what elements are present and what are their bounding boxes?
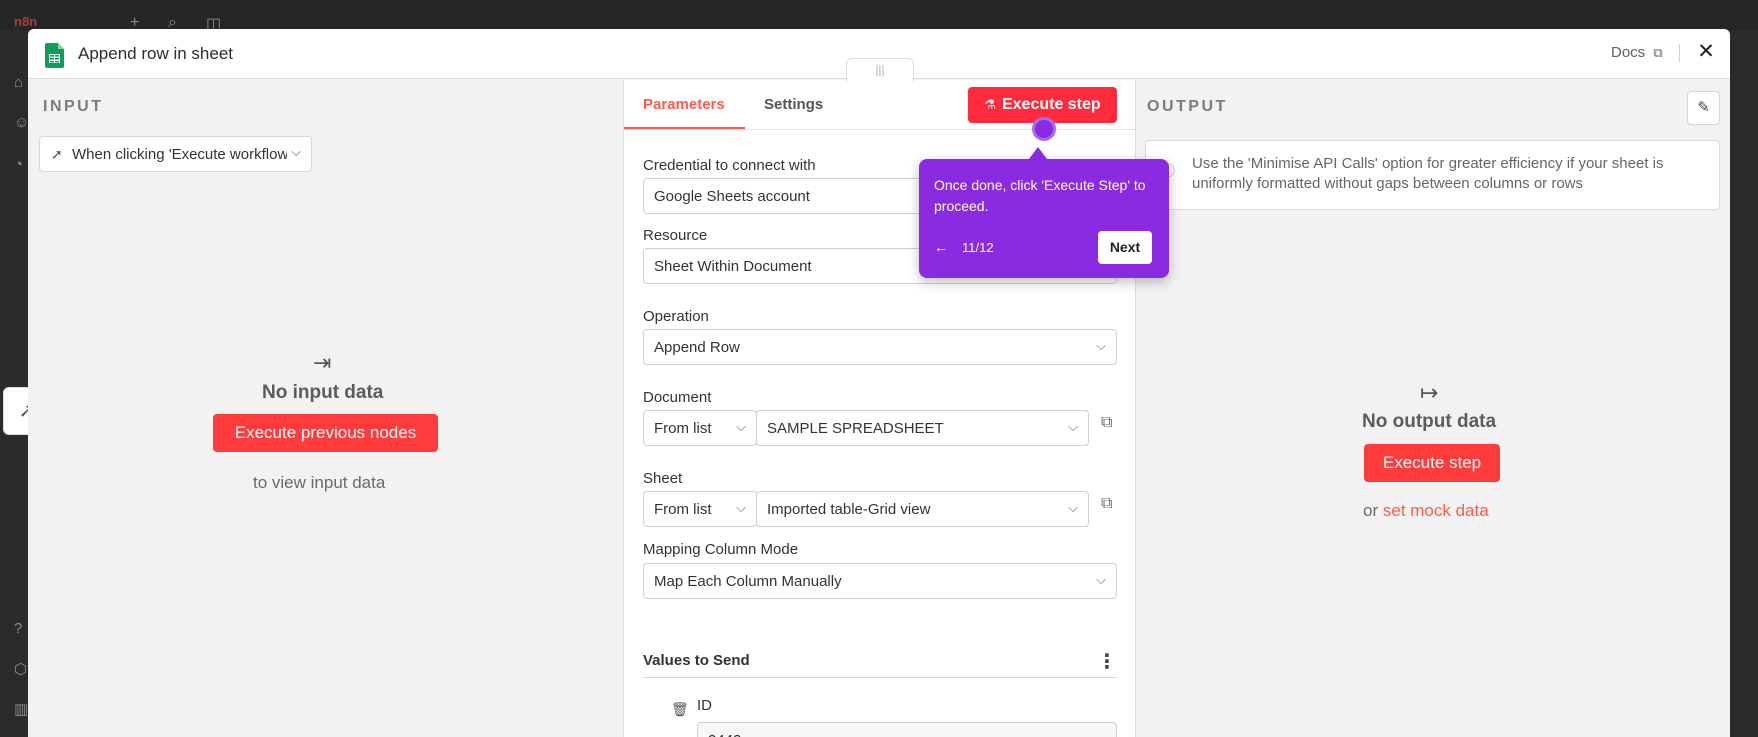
chevron-down-icon: ⌵ [1096, 572, 1106, 587]
mapping-mode-select[interactable]: Map Each Column Manually ⌵ [643, 563, 1117, 599]
document-select[interactable]: SAMPLE SPREADSHEET ⌵ [756, 410, 1089, 446]
document-mode-select[interactable]: From list ⌵ [643, 410, 757, 446]
operation-value: Append Row [654, 339, 740, 356]
values-to-send-title: Values to Send [643, 652, 750, 669]
credential-label: Credential to connect with [643, 157, 816, 174]
header-divider [1679, 44, 1680, 62]
import-arrow-icon: ⇥ [313, 350, 332, 375]
sheet-select[interactable]: Imported table-Grid view ⌵ [756, 491, 1089, 527]
no-input-title: No input data [262, 382, 384, 403]
flask-icon: ⚗ [984, 97, 996, 112]
tour-hotspot[interactable] [1032, 117, 1056, 141]
mapping-mode-label: Mapping Column Mode [643, 541, 799, 558]
close-button[interactable]: ✕ [1694, 39, 1718, 67]
mapping-mode-value: Map Each Column Manually [654, 573, 842, 590]
section-divider [643, 677, 1117, 678]
tooltip-arrow [1029, 147, 1047, 159]
info-callout: ⓘ Use the 'Minimise API Calls' option fo… [1145, 140, 1720, 210]
home-icon[interactable]: ⌂ [14, 74, 23, 91]
execute-step-label: Execute step [1001, 96, 1101, 113]
id-field-value: 3442 [708, 732, 741, 737]
export-arrow-icon: ↦ [1420, 380, 1439, 405]
sheet-label: Sheet [643, 470, 683, 487]
google-sheets-icon [45, 43, 64, 68]
tour-counter: 11/12 [962, 240, 994, 255]
or-text: or [1363, 501, 1379, 520]
modal-title: Append row in sheet [78, 44, 233, 63]
pencil-icon: ✎ [1697, 99, 1710, 116]
trigger-node-value: When clicking 'Execute workflow' [72, 146, 292, 163]
info-text: Use the 'Minimise API Calls' option for … [1192, 155, 1664, 192]
help-icon[interactable]: ? [14, 620, 22, 637]
tour-next-button[interactable]: Next [1098, 231, 1152, 264]
more-options-icon[interactable]: ⋮ [1097, 649, 1117, 674]
chart-icon[interactable]: ▥ [14, 700, 28, 718]
output-panel: OUTPUT ✎ ⓘ Use the 'Minimise API Calls' … [1136, 80, 1730, 737]
chevron-down-icon: ⌵ [736, 419, 746, 434]
set-mock-data-link[interactable]: set mock data [1383, 501, 1489, 520]
chevron-down-icon: ⌵ [1068, 419, 1078, 434]
cursor-icon: ➚ [51, 146, 63, 162]
tab-settings[interactable]: Settings [764, 96, 823, 113]
bell-icon[interactable]: ◔ [14, 156, 23, 173]
drag-handle[interactable]: ||| [846, 58, 914, 82]
document-mode-value: From list [654, 420, 712, 437]
output-label: OUTPUT [1147, 98, 1228, 115]
external-link-icon[interactable]: ⧉ [1101, 495, 1112, 513]
operation-label: Operation [643, 308, 709, 325]
docs-label[interactable]: Docs [1611, 44, 1645, 61]
trigger-node-select[interactable]: ➚ When clicking 'Execute workflow' ⌵ [39, 136, 312, 172]
chevron-down-icon: ⌵ [1096, 338, 1106, 353]
chevron-down-icon: ⌵ [287, 144, 301, 160]
package-icon[interactable]: ⬡ [14, 660, 27, 678]
resource-label: Resource [643, 227, 708, 244]
back-arrow-icon[interactable]: ← [934, 239, 948, 255]
id-field-input[interactable]: 3442 [697, 722, 1117, 737]
credential-value: Google Sheets account [654, 188, 810, 205]
app-top-bar: n8n + ⌕ ◫ [0, 0, 1758, 33]
n8n-logo: n8n [14, 14, 38, 29]
input-hint: to view input data [253, 473, 386, 492]
id-field-label: ID [697, 697, 712, 714]
execute-step-output-button[interactable]: Execute step [1364, 444, 1500, 482]
external-link-icon[interactable]: ⧉ [1101, 414, 1112, 432]
sheet-mode-value: From list [654, 501, 712, 518]
trash-icon[interactable]: 🗑 [671, 701, 689, 718]
execute-previous-nodes-button[interactable]: Execute previous nodes [213, 414, 438, 452]
no-output-title: No output data [1362, 411, 1497, 432]
node-modal: Append row in sheet Docs ⧉ ✕ INPUT ➚ Whe… [28, 29, 1730, 737]
mock-data-line: or set mock data [1363, 501, 1489, 521]
document-value: SAMPLE SPREADSHEET [767, 420, 944, 437]
edit-output-button[interactable]: ✎ [1687, 91, 1720, 125]
sheet-mode-select[interactable]: From list ⌵ [643, 491, 757, 527]
tabs-bar: Parameters Settings ⚗ Execute step [624, 80, 1135, 130]
input-label: INPUT [43, 98, 104, 115]
operation-select[interactable]: Append Row ⌵ [643, 329, 1117, 365]
input-panel: INPUT ➚ When clicking 'Execute workflow'… [28, 80, 623, 737]
resource-value: Sheet Within Document [654, 258, 812, 275]
chevron-down-icon: ⌵ [736, 500, 746, 515]
active-tab-indicator [624, 127, 745, 129]
document-label: Document [643, 389, 712, 406]
docs-link[interactable]: Docs ⧉ [1611, 44, 1663, 61]
external-link-icon: ⧉ [1653, 45, 1663, 60]
tooltip-text: Once done, click 'Execute Step' to proce… [934, 177, 1146, 214]
sheet-value: Imported table-Grid view [767, 501, 931, 518]
chevron-down-icon: ⌵ [1068, 500, 1078, 515]
tour-tooltip: Once done, click 'Execute Step' to proce… [919, 147, 1169, 278]
tab-parameters[interactable]: Parameters [643, 96, 725, 113]
